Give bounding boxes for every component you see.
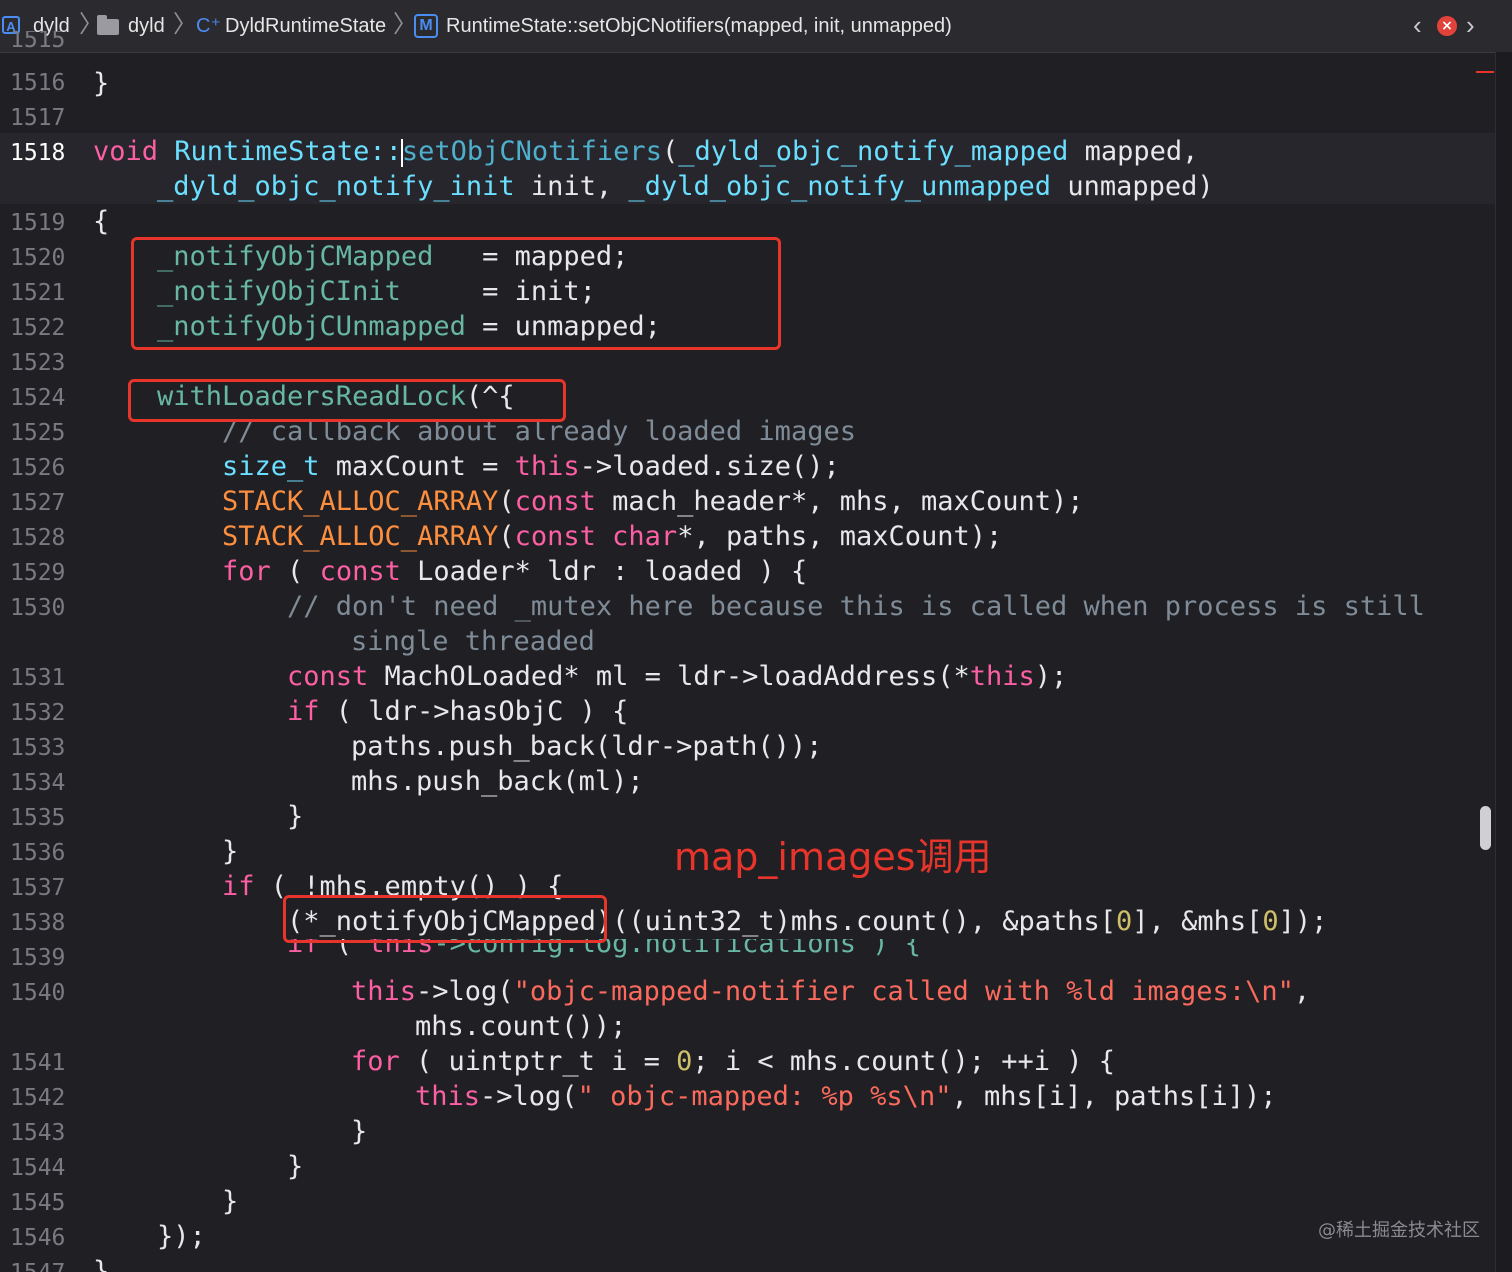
line-number: 1544	[10, 1155, 66, 1181]
line-number: 1532	[10, 700, 66, 726]
line-number: 1526	[10, 455, 66, 481]
map-images-annotation: map_images调用	[674, 835, 992, 879]
line-number: 1528	[10, 525, 66, 551]
code-line-1519[interactable]: {	[93, 204, 109, 239]
with-loaders-read-lock-highlight-box	[128, 379, 566, 422]
line-number: 1524	[10, 385, 66, 411]
code-line-1531[interactable]: const MachOLoaded* ml = ldr->loadAddress…	[287, 659, 1067, 694]
code-line-1527[interactable]: STACK_ALLOC_ARRAY(const mach_header*, mh…	[222, 484, 1084, 519]
breadcrumb-method[interactable]: RuntimeState::setObjCNotifiers(mapped, i…	[446, 13, 952, 39]
code-line-1533[interactable]: paths.push_back(ldr->path());	[351, 729, 822, 764]
line-number: 1527	[10, 490, 66, 516]
line-number: 1539	[10, 945, 66, 971]
line-number: 1515	[10, 31, 66, 53]
code-line-1532[interactable]: if ( ldr->hasObjC ) {	[287, 694, 628, 729]
line-number: 1531	[10, 665, 66, 691]
line-number: 1537	[10, 875, 66, 901]
line-number: 1533	[10, 735, 66, 761]
code-line-1545[interactable]: }	[222, 1184, 238, 1219]
line-number: 1516	[10, 70, 66, 96]
line-number: 1542	[10, 1085, 66, 1111]
code-line-1547[interactable]: }	[93, 1254, 109, 1272]
breadcrumb-file[interactable]: DyldRuntimeState	[225, 13, 386, 39]
code-line-1530-wrap[interactable]: single threaded	[351, 624, 595, 659]
code-line-1540-wrap[interactable]: mhs.count());	[415, 1009, 626, 1044]
line-number: 1543	[10, 1120, 66, 1146]
code-line-1544[interactable]: }	[287, 1149, 303, 1184]
line-number: 1541	[10, 1050, 66, 1076]
chevron-right-icon: 〉	[173, 11, 197, 38]
watermark: @稀土掘金技术社区	[1318, 1220, 1480, 1241]
code-line-1516[interactable]: }	[93, 66, 109, 101]
line-number: 1520	[10, 245, 66, 271]
code-line-1540[interactable]: this->log("objc-mapped-notifier called w…	[351, 974, 1310, 1009]
code-line-1526[interactable]: size_t maxCount = this->loaded.size();	[222, 449, 840, 484]
line-number: 1529	[10, 560, 66, 586]
change-marker	[1476, 71, 1494, 73]
code-line-1518[interactable]: void RuntimeState::setObjCNotifiers(_dyl…	[93, 134, 1198, 169]
code-line-1535[interactable]: }	[287, 799, 303, 834]
cpp-file-icon: C⁺	[196, 15, 221, 37]
line-number: 1521	[10, 280, 66, 306]
line-number: 1547	[10, 1256, 70, 1272]
line-number: 1546	[10, 1225, 66, 1251]
method-icon: M	[414, 14, 438, 38]
line-number: 1538	[10, 910, 66, 936]
line-number: 1535	[10, 805, 66, 831]
vertical-scrollbar-track[interactable]	[1495, 52, 1512, 1272]
line-number: 1534	[10, 770, 66, 796]
scrollbar-thumb[interactable]	[1480, 806, 1491, 850]
line-number: 1545	[10, 1190, 66, 1216]
code-line-1541[interactable]: for ( uintptr_t i = 0; i < mhs.count(); …	[351, 1044, 1115, 1079]
line-number: 1536	[10, 840, 66, 866]
line-number: 1530	[10, 595, 66, 621]
line-number: 1519	[10, 210, 66, 236]
code-line-1534[interactable]: mhs.push_back(ml);	[351, 764, 644, 799]
code-line-1530[interactable]: // don't need _mutex here because this i…	[287, 589, 1425, 624]
code-line-1546[interactable]: });	[157, 1219, 206, 1254]
line-number: 1525	[10, 420, 66, 446]
next-issue-icon[interactable]: ›	[1466, 10, 1475, 40]
line-number: 1540	[10, 980, 66, 1006]
code-line-1518-wrap[interactable]: _dyld_objc_notify_init init, _dyld_objc_…	[157, 169, 1214, 204]
code-line-1542[interactable]: this->log(" objc-mapped: %p %s\n", mhs[i…	[415, 1079, 1277, 1114]
code-line-1543[interactable]: }	[351, 1114, 367, 1149]
line-number: 1517	[10, 105, 66, 131]
code-line-1536[interactable]: }	[222, 834, 238, 869]
breadcrumb-folder[interactable]: dyld	[128, 13, 165, 39]
code-line-1528[interactable]: STACK_ALLOC_ARRAY(const char*, paths, ma…	[222, 519, 1002, 554]
previous-issue-icon[interactable]: ‹	[1413, 10, 1422, 40]
notifier-assignments-highlight-box	[131, 237, 781, 350]
jump-bar: A dyld 〉 dyld 〉 C⁺ DyldRuntimeState 〉 M …	[0, 0, 1512, 53]
folder-icon	[97, 15, 119, 35]
line-number: 1523	[10, 350, 66, 376]
notify-objc-mapped-call-highlight-box	[283, 895, 607, 943]
error-icon[interactable]: ×	[1437, 16, 1457, 36]
line-number: 1518	[10, 140, 66, 166]
code-line-1529[interactable]: for ( const Loader* ldr : loaded ) {	[222, 554, 807, 589]
line-number: 1522	[10, 315, 66, 341]
